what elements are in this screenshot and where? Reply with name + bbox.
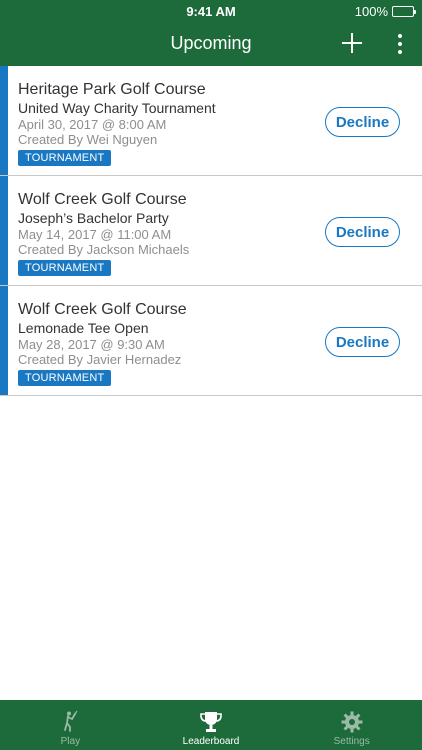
decline-button[interactable]: Decline bbox=[325, 107, 400, 137]
decline-button[interactable]: Decline bbox=[325, 217, 400, 247]
course-name: Wolf Creek Golf Course bbox=[18, 191, 187, 208]
event-creator: Created By Jackson Michaels bbox=[18, 242, 190, 257]
more-vertical-icon[interactable] bbox=[390, 32, 410, 56]
course-name: Heritage Park Golf Course bbox=[18, 81, 206, 98]
status-bar: 9:41 AM 100% bbox=[0, 0, 422, 22]
event-name: Joseph’s Bachelor Party bbox=[18, 210, 169, 226]
list-item[interactable]: Heritage Park Golf Course United Way Cha… bbox=[0, 66, 422, 176]
plus-icon[interactable] bbox=[338, 29, 366, 57]
row-content: Wolf Creek Golf Course Joseph’s Bachelor… bbox=[18, 190, 312, 276]
event-date: April 30, 2017 @ 8:00 AM bbox=[18, 117, 167, 132]
event-creator: Created By Javier Hernadez bbox=[18, 352, 182, 367]
row-content: Heritage Park Golf Course United Way Cha… bbox=[18, 80, 312, 166]
row-content: Wolf Creek Golf Course Lemonade Tee Open… bbox=[18, 300, 312, 386]
event-date: May 14, 2017 @ 11:00 AM bbox=[18, 227, 172, 242]
tab-bar: Play Leaderboard Settings bbox=[0, 700, 422, 750]
upcoming-list: Heritage Park Golf Course United Way Cha… bbox=[0, 66, 422, 396]
tab-settings[interactable]: Settings bbox=[281, 700, 422, 750]
gear-icon bbox=[341, 711, 363, 733]
row-accent bbox=[0, 286, 8, 395]
golfer-icon bbox=[64, 710, 78, 732]
row-accent bbox=[0, 66, 8, 175]
event-creator: Created By Wei Nguyen bbox=[18, 132, 158, 147]
event-name: Lemonade Tee Open bbox=[18, 320, 149, 336]
tournament-badge: TOURNAMENT bbox=[18, 260, 112, 276]
tab-label: Settings bbox=[333, 736, 370, 747]
battery-icon bbox=[392, 6, 416, 17]
event-date: May 28, 2017 @ 9:30 AM bbox=[18, 337, 165, 352]
tab-label: Leaderboard bbox=[182, 736, 240, 747]
tab-play[interactable]: Play bbox=[0, 700, 141, 750]
header: 9:41 AM 100% Upcoming bbox=[0, 0, 422, 66]
list-item[interactable]: Wolf Creek Golf Course Lemonade Tee Open… bbox=[0, 286, 422, 396]
row-accent bbox=[0, 176, 8, 285]
event-name: United Way Charity Tournament bbox=[18, 100, 216, 116]
decline-button[interactable]: Decline bbox=[325, 327, 400, 357]
tournament-badge: TOURNAMENT bbox=[18, 150, 112, 166]
nav-bar: Upcoming bbox=[0, 22, 422, 66]
battery-percent: 100% bbox=[354, 4, 388, 19]
tournament-badge: TOURNAMENT bbox=[18, 370, 112, 386]
course-name: Wolf Creek Golf Course bbox=[18, 301, 187, 318]
tab-label: Play bbox=[60, 736, 81, 747]
trophy-icon bbox=[200, 712, 222, 732]
tab-leaderboard[interactable]: Leaderboard bbox=[141, 700, 282, 750]
list-item[interactable]: Wolf Creek Golf Course Joseph’s Bachelor… bbox=[0, 176, 422, 286]
battery-indicator: 100% bbox=[354, 4, 416, 19]
